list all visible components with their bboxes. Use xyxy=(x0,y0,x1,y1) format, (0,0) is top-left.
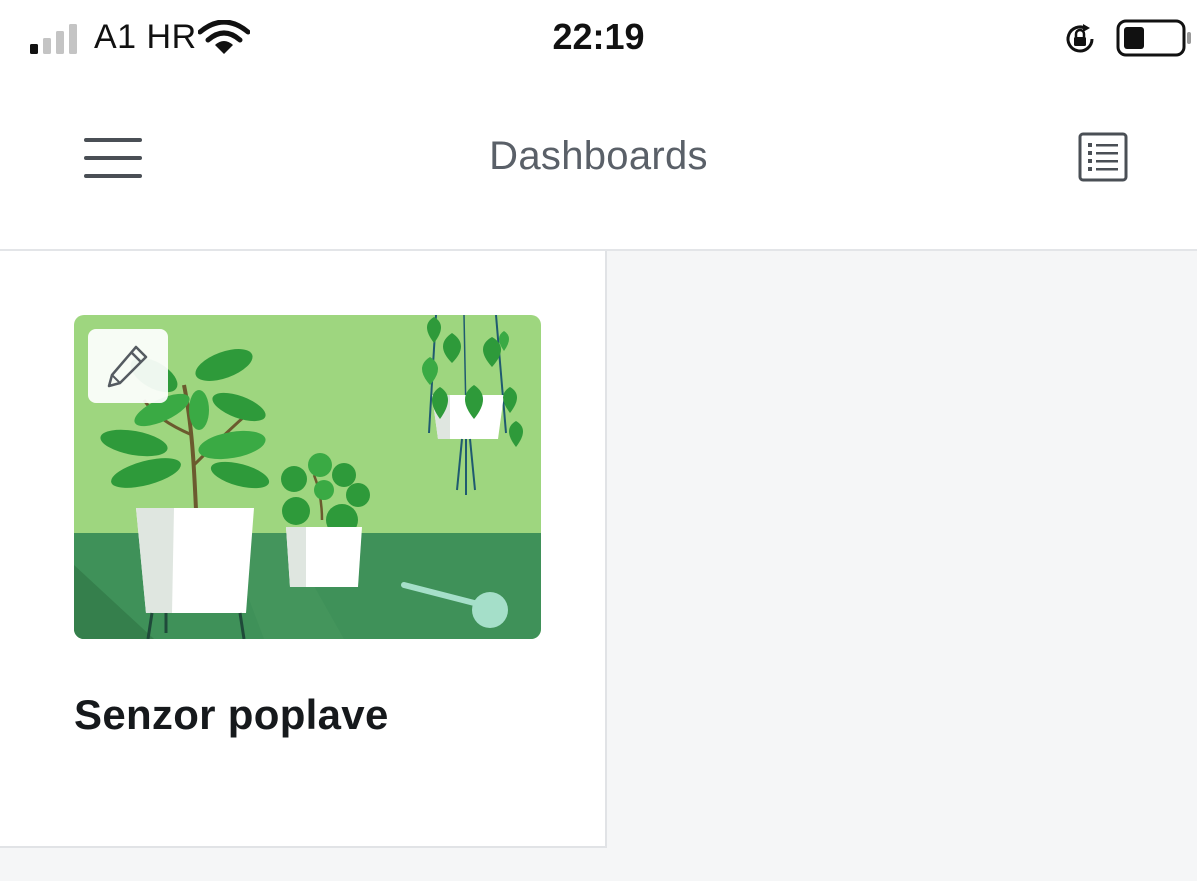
battery-icon xyxy=(1116,19,1191,57)
pencil-icon xyxy=(107,345,148,388)
app-header: Dashboards xyxy=(0,80,1197,251)
dashboard-card[interactable]: Senzor poplave xyxy=(0,251,607,848)
rotation-lock-icon xyxy=(1066,24,1094,53)
dashboard-title: Senzor poplave xyxy=(74,691,389,738)
list-view-icon[interactable] xyxy=(1070,128,1136,188)
page-title: Dashboards xyxy=(489,134,708,178)
status-bar: A1 HR 22:19 xyxy=(0,0,1197,80)
edit-button[interactable] xyxy=(88,329,168,403)
status-time: 22:19 xyxy=(552,16,645,57)
dashboard-grid: Senzor poplave xyxy=(0,251,1197,881)
